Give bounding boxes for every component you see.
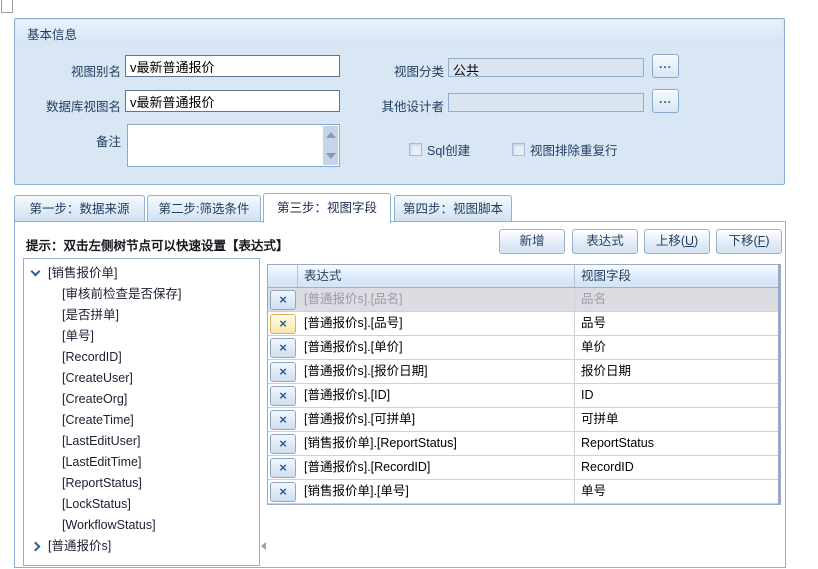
table-row[interactable]: × [普通报价s].[RecordID] RecordID [268, 456, 778, 480]
expression-cell[interactable]: [普通报价s].[品号] [298, 312, 575, 335]
expression-cell[interactable]: [普通报价s].[可拼单] [298, 408, 575, 431]
other-designer-browse-button[interactable]: ... [652, 89, 679, 113]
table-row[interactable]: × [普通报价s].[可拼单] 可拼单 [268, 408, 778, 432]
delete-row-button[interactable]: × [270, 362, 296, 382]
delete-row-button[interactable]: × [270, 434, 296, 454]
view-category-browse-button[interactable]: ... [652, 54, 679, 78]
view-category-label: 视图分类 [341, 61, 444, 80]
remark-label: 备注 [21, 131, 121, 150]
scroll-up-icon[interactable] [326, 132, 336, 138]
step3-panel: 提示：双击左侧树节点可以快速设置【表达式】 新增 表达式 上移(U) 下移(F)… [14, 221, 786, 568]
tree-node[interactable]: [LastEditTime] [24, 452, 259, 473]
view-field-cell[interactable]: RecordID [575, 456, 778, 479]
grid-header-delete-column [268, 265, 298, 287]
view-field-cell[interactable]: 单号 [575, 480, 778, 503]
basic-info-header-band [16, 20, 783, 44]
view-field-cell[interactable]: 品号 [575, 312, 778, 335]
expression-cell[interactable]: [普通报价s].[单价] [298, 336, 575, 359]
expression-cell: [普通报价s].[品名] [298, 288, 575, 311]
tree-node[interactable]: [ReportStatus] [24, 473, 259, 494]
grid-header-expression: 表达式 [298, 265, 575, 287]
other-designer-field [448, 93, 644, 112]
delete-row-button[interactable]: × [270, 290, 296, 310]
tree-node-ordinary-quotes[interactable]: [普通报价s] [24, 536, 259, 557]
delete-row-button[interactable]: × [270, 410, 296, 430]
tree-node[interactable]: [WorkflowStatus] [24, 515, 259, 536]
table-row[interactable]: × [普通报价s].[品号] 品号 [268, 312, 778, 336]
view-field-cell[interactable]: ReportStatus [575, 432, 778, 455]
splitter-collapse-icon[interactable] [261, 542, 266, 550]
view-field-cell[interactable]: 报价日期 [575, 360, 778, 383]
checkbox-icon[interactable] [512, 143, 525, 156]
view-field-cell[interactable]: 可拼单 [575, 408, 778, 431]
expression-cell[interactable]: [普通报价s].[RecordID] [298, 456, 575, 479]
delete-row-button[interactable]: × [270, 338, 296, 358]
remark-textarea[interactable] [127, 124, 340, 167]
chevron-right-icon[interactable] [31, 542, 41, 552]
expression-cell[interactable]: [普通报价s].[报价日期] [298, 360, 575, 383]
view-alias-label: 视图别名 [21, 61, 121, 80]
view-field-cell[interactable]: 单价 [575, 336, 778, 359]
basic-info-groupbox: 基本信息 视图别名 视图分类 公共 ... 数据库视图名 其他设计者 ... 备… [14, 18, 785, 185]
sql-create-checkbox[interactable]: Sql创建 [409, 140, 470, 159]
tab-step3-view-fields[interactable]: 第三步：视图字段 [263, 193, 391, 223]
tree-node[interactable]: [审核前检查是否保存] [24, 284, 259, 305]
expression-cell[interactable]: [销售报价单].[ReportStatus] [298, 432, 575, 455]
tab-step1-data-source[interactable]: 第一步：数据来源 [14, 195, 145, 222]
db-view-name-label: 数据库视图名 [21, 96, 121, 115]
view-field-cell[interactable]: ID [575, 384, 778, 407]
window-corner-fragment [1, 0, 13, 13]
table-row: × [普通报价s].[品名] 品名 [268, 288, 778, 312]
view-category-field: 公共 [448, 58, 644, 77]
tab-step4-view-script[interactable]: 第四步：视图脚本 [394, 195, 512, 222]
tree-node[interactable]: [CreateTime] [24, 410, 259, 431]
grid-header-view-field: 视图字段 [575, 265, 778, 287]
grid-header-row: 表达式 视图字段 [268, 265, 778, 288]
table-row[interactable]: × [普通报价s].[单价] 单价 [268, 336, 778, 360]
distinct-checkbox-label: 视图排除重复行 [530, 140, 618, 159]
view-fields-grid: 表达式 视图字段 × [普通报价s].[品名] 品名 × [普通报价s].[品号… [267, 264, 781, 505]
db-view-name-input[interactable] [125, 90, 340, 112]
delete-row-button[interactable]: × [270, 482, 296, 502]
distinct-checkbox[interactable]: 视图排除重复行 [512, 140, 618, 159]
tree-node[interactable]: [单号] [24, 326, 259, 347]
add-button[interactable]: 新增 [499, 229, 565, 254]
view-alias-input[interactable] [125, 55, 340, 77]
delete-row-button[interactable]: × [270, 314, 296, 334]
tree-node[interactable]: [LockStatus] [24, 494, 259, 515]
table-row[interactable]: × [普通报价s].[ID] ID [268, 384, 778, 408]
table-row[interactable]: × [普通报价s].[报价日期] 报价日期 [268, 360, 778, 384]
scroll-down-icon[interactable] [326, 153, 336, 159]
hint-text: 提示：双击左侧树节点可以快速设置【表达式】 [26, 235, 289, 254]
tree-node[interactable]: [RecordID] [24, 347, 259, 368]
table-row[interactable]: × [销售报价单].[单号] 单号 [268, 480, 778, 504]
checkbox-icon[interactable] [409, 143, 422, 156]
expression-cell[interactable]: [普通报价s].[ID] [298, 384, 575, 407]
tab-step2-filter-criteria[interactable]: 第二步:筛选条件 [147, 195, 261, 222]
tree-node[interactable]: [CreateUser] [24, 368, 259, 389]
expression-button[interactable]: 表达式 [572, 229, 638, 254]
tree-node[interactable]: [CreateOrg] [24, 389, 259, 410]
chevron-down-icon[interactable] [31, 267, 41, 277]
move-down-button[interactable]: 下移(F) [716, 229, 782, 254]
tree-node[interactable]: [LastEditUser] [24, 431, 259, 452]
other-designer-label: 其他设计者 [341, 96, 444, 115]
sql-create-checkbox-label: Sql创建 [427, 140, 470, 159]
basic-info-title: 基本信息 [27, 24, 77, 43]
expression-cell[interactable]: [销售报价单].[单号] [298, 480, 575, 503]
tree-node-sales-quote[interactable]: [销售报价单] [24, 263, 259, 284]
remark-scrollbar[interactable] [323, 126, 338, 165]
delete-row-button[interactable]: × [270, 386, 296, 406]
field-tree-panel: [销售报价单] [审核前检查是否保存] [是否拼单] [单号] [RecordI… [23, 258, 260, 566]
view-field-cell: 品名 [575, 288, 778, 311]
tree-node[interactable]: [是否拼单] [24, 305, 259, 326]
move-up-button[interactable]: 上移(U) [644, 229, 710, 254]
delete-row-button[interactable]: × [270, 458, 296, 478]
table-row[interactable]: × [销售报价单].[ReportStatus] ReportStatus [268, 432, 778, 456]
